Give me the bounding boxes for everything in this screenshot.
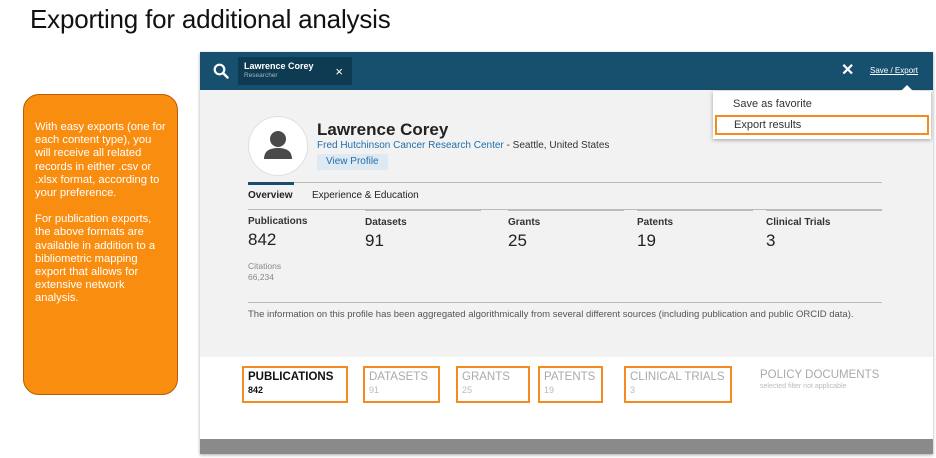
person-icon xyxy=(264,131,292,159)
tab-count: 91 xyxy=(369,385,380,395)
save-export-link[interactable]: Save / Export xyxy=(870,66,918,75)
tab-grants[interactable]: GRANTS 25 xyxy=(456,366,530,403)
stat-label: Datasets xyxy=(365,217,407,228)
tab-label: PATENTS xyxy=(544,371,596,383)
stat-divider xyxy=(637,210,753,211)
close-icon[interactable]: ✕ xyxy=(841,60,854,80)
tab-label: PUBLICATIONS xyxy=(248,371,334,383)
stat-value: 842 xyxy=(248,230,277,249)
tab-note: selected filter not applicable xyxy=(760,383,847,390)
tab-policy-documents[interactable]: POLICY DOCUMENTS selected filter not app… xyxy=(756,366,896,403)
chip-close-icon[interactable]: × xyxy=(335,64,343,79)
stat-value: 3 xyxy=(766,231,776,250)
tab-count: 19 xyxy=(544,385,555,395)
citations: Citations 66,234 xyxy=(248,261,281,283)
view-profile-button[interactable]: View Profile xyxy=(317,154,388,170)
profile-card: Lawrence Corey Fred Hutchinson Cancer Re… xyxy=(220,116,912,348)
callout-box: With easy exports (one for each content … xyxy=(23,94,178,395)
stat-divider xyxy=(365,210,481,211)
profile-info-text: The information on this profile has been… xyxy=(248,309,854,320)
stat-label: Patents xyxy=(637,217,674,228)
tab-publications[interactable]: PUBLICATIONS 842 xyxy=(242,366,348,403)
tab-count: 3 xyxy=(630,385,636,395)
tab-label: CLINICAL TRIALS xyxy=(630,371,725,383)
profile-location: - Seattle, United States xyxy=(503,140,610,151)
dropdown-pointer xyxy=(901,85,913,91)
tab-label: DATASETS xyxy=(369,371,428,383)
divider xyxy=(248,182,882,183)
stat-label: Publications xyxy=(248,216,308,227)
stat-datasets: Datasets 91 xyxy=(365,210,481,251)
stat-label: Grants xyxy=(508,217,541,228)
stat-value: 19 xyxy=(637,231,656,250)
chip-role: Researcher xyxy=(244,72,278,79)
slide-title: Exporting for additional analysis xyxy=(30,4,391,34)
save-as-favorite-item[interactable]: Save as favorite xyxy=(713,94,931,114)
stat-divider xyxy=(508,210,624,211)
stat-grants: Grants 25 xyxy=(508,210,624,251)
active-tab-indicator xyxy=(248,182,294,185)
tab-label: POLICY DOCUMENTS xyxy=(760,369,880,381)
content-type-tabs: PUBLICATIONS 842 DATASETS 91 GRANTS 25 P… xyxy=(200,357,933,439)
stat-value: 25 xyxy=(508,231,527,250)
tab-clinical-trials[interactable]: CLINICAL TRIALS 3 xyxy=(624,366,732,403)
export-dropdown-menu: Save as favorite Export results xyxy=(713,85,931,139)
chip-name: Lawrence Corey xyxy=(244,61,314,71)
institution-link[interactable]: Fred Hutchinson Cancer Research Center xyxy=(317,140,504,151)
profile-name: Lawrence Corey xyxy=(317,120,449,139)
tab-label: GRANTS xyxy=(462,371,510,383)
tab-overview[interactable]: Overview xyxy=(248,190,292,201)
stat-clinical-trials: Clinical Trials 3 xyxy=(766,210,882,251)
tab-patents[interactable]: PATENTS 19 xyxy=(538,366,603,403)
citations-value: 66,234 xyxy=(248,272,274,282)
tab-experience-education[interactable]: Experience & Education xyxy=(312,190,419,201)
top-bar: Lawrence Corey Researcher × ✕ Save / Exp… xyxy=(200,52,933,90)
stat-label: Clinical Trials xyxy=(766,217,831,228)
footer-bar xyxy=(200,439,933,454)
citations-label: Citations xyxy=(248,261,282,271)
tab-count: 842 xyxy=(248,385,264,395)
export-results-item[interactable]: Export results xyxy=(715,115,929,135)
app-window: Lawrence Corey Researcher × ✕ Save / Exp… xyxy=(200,52,933,454)
profile-affiliation: Fred Hutchinson Cancer Research Center -… xyxy=(317,140,609,151)
stat-publications: Publications 842 xyxy=(248,210,364,250)
researcher-filter-chip[interactable]: Lawrence Corey Researcher × xyxy=(238,57,352,85)
stat-value: 91 xyxy=(365,231,384,250)
callout-paragraph-1: With easy exports (one for each content … xyxy=(35,121,166,200)
tab-count: 25 xyxy=(462,385,473,395)
tab-datasets[interactable]: DATASETS 91 xyxy=(363,366,440,403)
search-icon[interactable] xyxy=(212,62,230,80)
divider xyxy=(248,302,882,303)
stat-divider xyxy=(766,210,882,211)
callout-paragraph-2: For publication exports, the above forma… xyxy=(35,213,156,305)
stat-patents: Patents 19 xyxy=(637,210,753,251)
avatar xyxy=(248,116,308,176)
